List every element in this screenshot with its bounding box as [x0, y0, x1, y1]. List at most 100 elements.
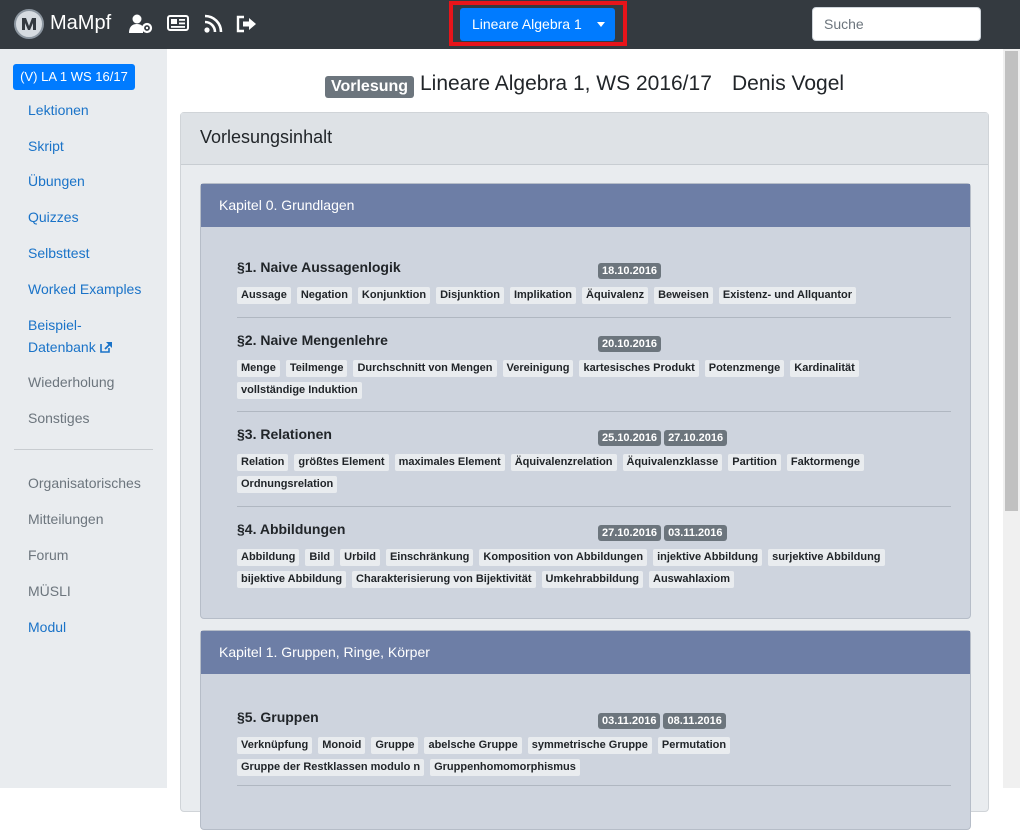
date-badge: 27.10.2016 — [664, 430, 728, 446]
tag[interactable]: Partition — [728, 454, 781, 471]
sidebar-item-muesli[interactable]: MÜSLI — [28, 580, 71, 602]
tag[interactable]: injektive Abbildung — [653, 549, 763, 566]
page-title: Lineare Algebra 1, WS 2016/17 — [420, 72, 712, 95]
sidebar-item-worked-examples[interactable]: Worked Examples — [28, 278, 141, 300]
section-divider — [237, 506, 951, 507]
tag-list: Menge Teilmenge Durchschnitt von Mengen Ver… — [237, 360, 917, 404]
tag[interactable]: Auswahlaxiom — [649, 571, 735, 588]
sidebar-item-mitteilungen[interactable]: Mitteilungen — [28, 508, 104, 530]
tag[interactable]: Teilmenge — [285, 360, 348, 377]
tag[interactable]: kartesisches Produkt — [579, 360, 699, 377]
sign-out-icon[interactable] — [236, 14, 258, 34]
section-dates: 20.10.2016 — [598, 334, 664, 352]
tag[interactable]: Ordnungsrelation — [237, 476, 338, 493]
chapter-header[interactable]: Kapitel 1. Gruppen, Ringe, Körper — [201, 631, 970, 674]
sidebar-item-forum[interactable]: Forum — [28, 544, 68, 566]
tag[interactable]: Potenzmenge — [704, 360, 785, 377]
sidebar-item-datenbank-label: Datenbank — [28, 339, 96, 355]
tag[interactable]: Urbild — [340, 549, 380, 566]
tag[interactable]: Faktormenge — [786, 454, 864, 471]
sidebar-item-wiederholung[interactable]: Wiederholung — [28, 371, 114, 393]
search-input[interactable] — [812, 7, 981, 41]
lecture-type-badge: Vorlesung — [325, 76, 415, 98]
tag[interactable]: Verknüpfung — [237, 737, 313, 754]
tag[interactable]: Gruppe der Restklassen modulo n — [237, 759, 425, 776]
section-title[interactable]: §1. Naive Aussagenlogik — [237, 259, 401, 275]
sidebar-item-beispiel[interactable]: Beispiel- — [28, 314, 82, 336]
top-navbar: MaMpf Lineare Algebra 1 — [0, 0, 1020, 49]
user-gear-icon[interactable] — [129, 14, 153, 34]
tag[interactable]: Äquivalenzklasse — [622, 454, 723, 471]
tag[interactable]: Charakterisierung von Bijektivität — [352, 571, 536, 588]
tag[interactable]: Relation — [237, 454, 289, 471]
section-title[interactable]: §2. Naive Mengenlehre — [237, 332, 388, 348]
sidebar-item-selbsttest[interactable]: Selbsttest — [28, 242, 89, 264]
tag[interactable]: Bild — [305, 549, 335, 566]
mampf-logo-icon[interactable] — [14, 9, 44, 39]
section-item: §2. Naive Mengenlehre 20.10.2016 Menge Te… — [237, 332, 951, 412]
tag[interactable]: vollständige Induktion — [237, 382, 362, 399]
tag[interactable]: Permutation — [657, 737, 731, 754]
tag[interactable]: abelsche Gruppe — [424, 737, 522, 754]
tag[interactable]: Äquivalenzrelation — [510, 454, 617, 471]
tag[interactable]: Monoid — [318, 737, 366, 754]
section-title[interactable]: §3. Relationen — [237, 426, 332, 442]
tag[interactable]: Durchschnitt von Mengen — [353, 360, 497, 377]
tag[interactable]: Äquivalenz — [582, 287, 649, 304]
tag[interactable]: Beweisen — [654, 287, 713, 304]
lecture-content-card: Vorlesungsinhalt Kapitel 0. Grundlagen §… — [180, 112, 989, 830]
newspaper-icon[interactable] — [167, 14, 189, 34]
sidebar-item-skript[interactable]: Skript — [28, 135, 64, 157]
tag[interactable]: Gruppenhomomorphismus — [430, 759, 580, 776]
section-divider — [237, 785, 951, 786]
sidebar-item-uebungen[interactable]: Übungen — [28, 170, 85, 192]
course-dropdown[interactable]: Lineare Algebra 1 — [460, 8, 615, 41]
scrollbar-thumb[interactable] — [1005, 51, 1018, 511]
tag[interactable]: bijektive Abbildung — [237, 571, 347, 588]
section-divider — [237, 317, 951, 318]
tag[interactable]: Umkehrabbildung — [541, 571, 644, 588]
tag-list: Relation größtes Element maximales Element… — [237, 454, 917, 498]
tag[interactable]: surjektive Abbildung — [768, 549, 885, 566]
date-badge: 25.10.2016 — [598, 430, 662, 446]
section-title[interactable]: §5. Gruppen — [237, 709, 319, 725]
course-dropdown-label: Lineare Algebra 1 — [472, 16, 582, 32]
sidebar-item-lektionen[interactable]: Lektionen — [28, 99, 89, 121]
section-title[interactable]: §4. Abbildungen — [237, 521, 345, 537]
course-badge[interactable]: (V) LA 1 WS 16/17 — [13, 64, 135, 90]
brand-name[interactable]: MaMpf — [50, 12, 111, 35]
section-item: §3. Relationen 25.10.2016 27.10.2016 Rela… — [237, 426, 951, 506]
sidebar-item-sonstiges[interactable]: Sonstiges — [28, 407, 89, 429]
tag[interactable]: Menge — [237, 360, 280, 377]
lecturer-name: Denis Vogel — [732, 72, 845, 95]
section-dates: 18.10.2016 — [598, 261, 664, 279]
tag[interactable]: Komposition von Abbildungen — [479, 549, 648, 566]
section-dates: 27.10.2016 03.11.2016 — [598, 523, 730, 541]
tag[interactable]: maximales Element — [394, 454, 505, 471]
card-title: Vorlesungsinhalt — [200, 127, 333, 147]
tag[interactable]: größtes Element — [294, 454, 389, 471]
section-item: §4. Abbildungen 27.10.2016 03.11.2016 Abb… — [237, 521, 951, 601]
tag[interactable]: Existenz- und Allquantor — [718, 287, 857, 304]
tag[interactable]: Vereinigung — [502, 360, 574, 377]
sidebar-item-datenbank[interactable]: Datenbank — [28, 336, 113, 358]
tag[interactable]: Einschränkung — [385, 549, 474, 566]
tag[interactable]: Aussage — [237, 287, 291, 304]
tag[interactable]: Konjunktion — [357, 287, 431, 304]
sidebar-item-modul[interactable]: Modul — [28, 616, 66, 638]
tag[interactable]: Disjunktion — [436, 287, 504, 304]
tag[interactable]: Implikation — [509, 287, 577, 304]
sidebar-item-organisatorisches[interactable]: Organisatorisches — [28, 472, 141, 494]
section-dates: 25.10.2016 27.10.2016 — [598, 428, 730, 446]
sidebar-item-quizzes[interactable]: Quizzes — [28, 206, 79, 228]
rss-icon[interactable] — [203, 14, 225, 34]
chapter-header[interactable]: Kapitel 0. Grundlagen — [201, 184, 970, 227]
date-badge: 03.11.2016 — [598, 713, 661, 729]
section-item: §5. Gruppen 03.11.2016 08.11.2016 Verknüp… — [237, 709, 951, 789]
tag[interactable]: Gruppe — [371, 737, 419, 754]
tag[interactable]: symmetrische Gruppe — [527, 737, 652, 754]
tag[interactable]: Kardinalität — [790, 360, 859, 377]
external-link-icon — [99, 339, 113, 355]
tag[interactable]: Negation — [296, 287, 352, 304]
tag[interactable]: Abbildung — [237, 549, 300, 566]
